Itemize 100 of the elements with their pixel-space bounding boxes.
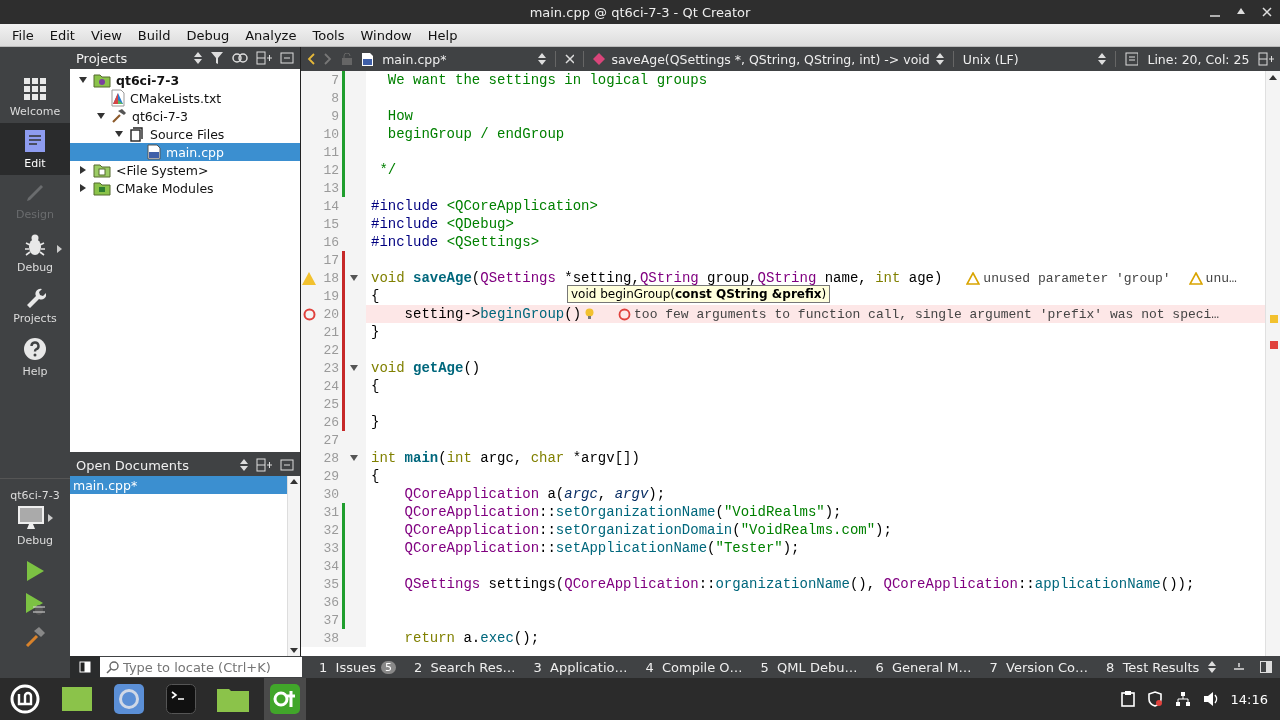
bug-icon [24,232,46,257]
menu-item[interactable]: Window [352,27,420,43]
menu-item[interactable]: File [4,27,42,43]
menu-item[interactable]: Debug [178,27,238,43]
pane-title[interactable]: Open Documents [76,457,232,473]
expanded-arrow-icon[interactable] [115,131,123,137]
line-number: 30 [322,486,339,502]
split-icon[interactable] [256,458,272,472]
output-tab[interactable]: 4 Compile O… [636,659,752,675]
line-number: 7 [330,72,339,88]
line-number: 34 [322,558,339,574]
diagnostic-message[interactable]: unused parameter 'group' [966,270,1171,286]
monitor-icon[interactable] [17,506,44,530]
output-tab[interactable]: 3 Applicatio… [524,659,637,675]
sort-icon[interactable] [240,459,248,471]
mode-button[interactable]: Help [0,331,70,383]
cursor-position[interactable]: Line: 20, Col: 25 [1147,51,1250,67]
link-icon[interactable] [232,53,248,63]
menu-logo-icon[interactable] [10,684,40,714]
submenu-arrow-icon[interactable] [47,514,53,522]
build-config[interactable]: Debug [16,534,54,547]
menu-item[interactable]: View [82,27,130,43]
search-icon [106,660,119,674]
mode-button[interactable]: Projects [0,279,70,331]
warning-marker[interactable] [1270,315,1278,323]
close-icon[interactable] [1262,7,1272,17]
close-pane-icon[interactable] [280,459,294,471]
line-number: 27 [322,432,339,448]
split-icon[interactable] [256,51,272,65]
line-number: 33 [322,540,339,556]
clipboard-icon[interactable] [1120,691,1135,707]
tree-item[interactable]: CMake Modules [70,179,300,197]
folder-icon[interactable] [217,686,249,712]
close-pane-icon[interactable] [280,52,294,64]
fold-arrow-icon[interactable] [350,275,358,281]
locate-field[interactable]: Type to locate (Ctrl+K) [100,657,302,677]
output-tab[interactable]: 5 QML Debu… [751,659,867,675]
maximize-icon[interactable] [1236,7,1246,17]
split-icon[interactable] [1258,52,1274,66]
code-line: QCoreApplication a(argc, argv); [403,486,666,502]
menu-item[interactable]: Edit [41,27,83,43]
collapsed-arrow-icon[interactable] [80,166,86,174]
tree-item[interactable]: Source Files [70,125,300,143]
line-ending-selector[interactable]: Unix (LF) [962,51,1090,67]
output-tab[interactable]: 6 General M… [866,659,981,675]
scroll-up-icon[interactable] [1269,75,1277,80]
output-tab[interactable]: 2 Search Res… [404,659,525,675]
tree-item[interactable]: qt6ci-7-3 [70,107,300,125]
hammer-icon[interactable] [24,626,46,648]
diagnostic-message[interactable]: too few arguments to function call, single argument 'prefix' was not speci… [618,306,1220,322]
back-icon[interactable] [307,53,315,65]
lightbulb-icon[interactable] [585,308,595,320]
scroll-up-icon[interactable] [290,479,298,484]
qt-icon[interactable] [270,684,300,714]
pane-title[interactable]: Projects [76,50,186,66]
menu-item[interactable]: Analyze [237,27,305,43]
debug-run-icon[interactable] [24,592,46,616]
sort-icon[interactable] [1208,661,1217,673]
sort-icon[interactable] [1098,53,1106,65]
output-tab[interactable]: 8 Test Results [1097,659,1209,675]
fold-arrow-icon[interactable] [350,365,358,371]
code-line: QCoreApplication::setApplicationName("Tester"); [403,540,800,556]
submenu-arrow-icon[interactable] [57,245,62,253]
sidebar-toggle-icon[interactable] [1260,661,1272,673]
clock[interactable]: 14:16 [1230,691,1268,707]
tree-item[interactable]: CMakeLists.txt [70,89,300,107]
symbol-selector[interactable]: saveAge(QSettings *, QString, QString, int) -> void [611,51,930,67]
tree-item[interactable]: qt6ci-7-3 [70,71,300,89]
mode-button[interactable]: Welcome [0,71,70,123]
output-tab[interactable]: 7 Version Co… [980,659,1098,675]
fold-arrow-icon[interactable] [350,455,358,461]
tree-item[interactable]: <File System> [70,161,300,179]
volume-icon[interactable] [1202,691,1219,707]
document-icon[interactable] [1124,52,1139,66]
mode-button[interactable]: Edit [0,123,70,175]
error-marker[interactable] [1270,341,1278,349]
run-icon[interactable] [25,560,45,582]
shield-icon[interactable] [1146,691,1163,707]
menu-item[interactable]: Help [419,27,466,43]
expanded-arrow-icon[interactable] [97,113,105,119]
expanded-arrow-icon[interactable] [79,77,87,83]
maximize-pane-icon[interactable] [1232,661,1246,673]
sort-icon[interactable] [537,53,546,65]
sidebar-toggle[interactable] [70,656,100,678]
sort-icon[interactable] [194,52,202,64]
grid-icon [23,76,47,101]
sort-icon[interactable] [935,53,944,65]
browser-icon[interactable] [114,684,144,714]
network-icon[interactable] [1174,691,1191,707]
menu-item[interactable]: Tools [304,27,353,43]
menu-item[interactable]: Build [129,27,179,43]
close-icon[interactable] [564,54,575,64]
filter-icon[interactable] [210,51,224,65]
scroll-down-icon[interactable] [290,648,298,653]
file-selector[interactable]: main.cpp* [382,51,530,67]
collapsed-arrow-icon[interactable] [80,184,86,192]
diagnostic-message[interactable]: unu… [1188,270,1237,286]
mode-button[interactable]: Debug [0,227,70,279]
output-tab[interactable]: 1 Issues 5 [310,659,405,675]
terminal-icon[interactable] [166,684,196,714]
